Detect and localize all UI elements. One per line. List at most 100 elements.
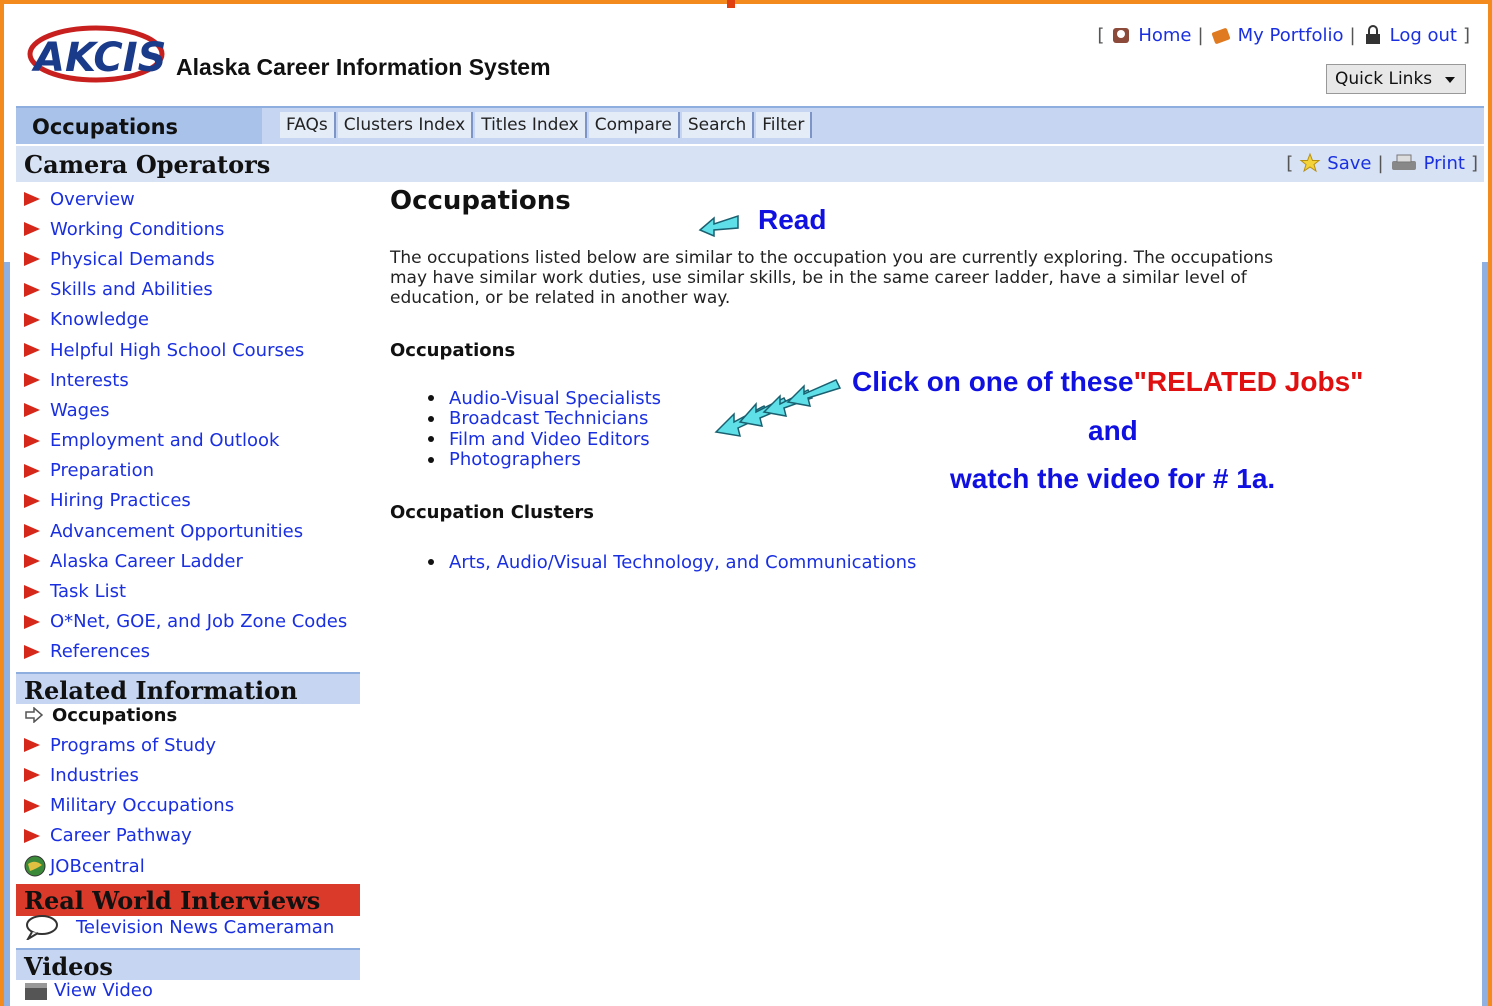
related-item-label[interactable]: Military Occupations <box>50 795 234 816</box>
click-annotation: Click on one of these"RELATED Jobs" <box>852 366 1363 398</box>
quick-links-select[interactable]: Quick Links <box>1326 64 1466 94</box>
sidebar-item[interactable]: Employment and Outlook <box>24 426 364 456</box>
sidebar-item-label[interactable]: Interests <box>50 370 129 391</box>
clapperboard-icon <box>25 982 47 1000</box>
sidebar-item-label[interactable]: Employment and Outlook <box>50 430 279 451</box>
sidebar-item-label[interactable]: O*Net, GOE, and Job Zone Codes <box>50 611 347 632</box>
tab-filter[interactable]: Filter <box>756 112 813 138</box>
chevron-down-icon <box>1445 77 1455 83</box>
nav-bar: Occupations FAQs Clusters Index Titles Ind… <box>16 106 1484 144</box>
rwi-item[interactable]: Television News Cameraman <box>24 914 334 940</box>
related-item-label[interactable]: Industries <box>50 765 139 786</box>
sidebar-item[interactable]: Overview <box>24 184 364 214</box>
clusters-header: Occupation Clusters <box>390 502 595 523</box>
sidebar-item-label[interactable]: Advancement Opportunities <box>50 521 303 542</box>
separator: | <box>1197 24 1204 46</box>
sidebar-item-label[interactable]: Knowledge <box>50 309 149 330</box>
video-item[interactable]: View Video <box>24 980 153 1001</box>
logout-link[interactable]: Log out <box>1390 25 1457 46</box>
sidebar-item[interactable]: Advancement Opportunities <box>24 516 364 546</box>
view-video-link[interactable]: View Video <box>54 980 153 1001</box>
sidebar-item[interactable]: Alaska Career Ladder <box>24 546 364 576</box>
related-item-label[interactable]: Career Pathway <box>50 825 192 846</box>
sidebar-item-label[interactable]: Helpful High School Courses <box>50 340 304 361</box>
logo-text: AKCIS <box>31 35 166 81</box>
related-item[interactable]: Industries <box>24 760 364 790</box>
sidebar-item[interactable]: Skills and Abilities <box>24 275 364 305</box>
sidebar-item-label[interactable]: Preparation <box>50 460 154 481</box>
sidebar-item-label[interactable]: Skills and Abilities <box>50 279 213 300</box>
related-occupation-link[interactable]: Audio-Visual Specialists <box>449 388 661 409</box>
top-links: [ Home | My Portfolio | Log out ] <box>1097 24 1470 46</box>
rwi-title: Real World Interviews <box>24 886 321 915</box>
sidebar-item[interactable]: Working Conditions <box>24 214 364 244</box>
related-occupation-link[interactable]: Photographers <box>449 449 581 470</box>
left-border-strip <box>4 262 10 1006</box>
related-item[interactable]: Career Pathway <box>24 821 364 851</box>
sidebar-item[interactable]: Hiring Practices <box>24 486 364 516</box>
related-occupation-link[interactable]: Broadcast Technicians <box>449 408 648 429</box>
sidebar-item-label[interactable]: Working Conditions <box>50 219 224 240</box>
sidebar-item[interactable]: Interests <box>24 365 364 395</box>
related-item[interactable]: Occupations <box>24 700 364 730</box>
sidebar-item-label[interactable]: Wages <box>50 400 110 421</box>
red-arrow-icon <box>24 524 40 539</box>
sidebar-item-label[interactable]: Alaska Career Ladder <box>50 551 243 572</box>
related-item[interactable]: Programs of Study <box>24 730 364 760</box>
sidebar-item-label[interactable]: Overview <box>50 189 135 210</box>
related-item[interactable]: Military Occupations <box>24 791 364 821</box>
cluster-link[interactable]: Arts, Audio/Visual Technology, and Commu… <box>449 552 916 573</box>
tab-compare[interactable]: Compare <box>588 112 680 138</box>
sidebar-item[interactable]: References <box>24 637 364 667</box>
sidebar-item[interactable]: O*Net, GOE, and Job Zone Codes <box>24 607 364 637</box>
sidebar-item[interactable]: Physical Demands <box>24 244 364 274</box>
related-item-label[interactable]: JOBcentral <box>50 856 145 877</box>
related-item[interactable]: JOBcentral <box>24 851 364 881</box>
top-marker <box>727 0 735 8</box>
and-annotation: and <box>1088 415 1138 446</box>
save-link[interactable]: Save <box>1327 153 1371 174</box>
page-title-bar: Camera Operators [ Save | Print ] <box>16 146 1484 182</box>
sidebar-item-label[interactable]: Physical Demands <box>50 249 215 270</box>
sidebar-item[interactable]: Task List <box>24 576 364 606</box>
tab-faqs[interactable]: FAQs <box>280 112 336 138</box>
rwi-link[interactable]: Television News Cameraman <box>76 917 334 938</box>
red-arrow-icon <box>24 768 40 783</box>
star-icon[interactable] <box>1299 152 1321 174</box>
akcis-logo[interactable]: AKCIS <box>26 16 166 86</box>
related-occupation-link[interactable]: Film and Video Editors <box>449 429 650 450</box>
sidebar-item[interactable]: Knowledge <box>24 305 364 335</box>
lock-icon[interactable] <box>1362 24 1384 46</box>
red-arrow-icon <box>24 798 40 813</box>
sidebar-item-label[interactable]: Hiring Practices <box>50 490 191 511</box>
right-border-strip <box>1482 262 1488 1006</box>
tab-titles-index[interactable]: Titles Index <box>475 112 587 138</box>
home-link[interactable]: Home <box>1138 25 1191 46</box>
speech-bubble-icon <box>26 915 58 940</box>
red-arrow-icon <box>24 192 40 207</box>
related-item-label: Occupations <box>52 704 178 726</box>
related-item-label[interactable]: Programs of Study <box>50 735 216 756</box>
print-link[interactable]: Print <box>1424 153 1465 174</box>
sidebar-menu: Overview Working Conditions Physical Deman… <box>24 184 364 667</box>
printer-icon[interactable] <box>1390 152 1418 174</box>
bracket: [ <box>1097 24 1105 46</box>
tab-search[interactable]: Search <box>681 112 755 138</box>
list-item: Arts, Audio/Visual Technology, and Commu… <box>428 552 916 573</box>
sidebar-item[interactable]: Preparation <box>24 456 364 486</box>
sidebar-item[interactable]: Wages <box>24 395 364 425</box>
sidebar-item[interactable]: Helpful High School Courses <box>24 335 364 365</box>
watch-annotation: watch the video for # 1a. <box>950 463 1276 494</box>
globe-icon <box>24 855 46 877</box>
related-jobs-text: "RELATED Jobs" <box>1133 366 1364 397</box>
home-icon[interactable] <box>1110 24 1132 46</box>
portfolio-link[interactable]: My Portfolio <box>1238 25 1344 46</box>
portfolio-icon[interactable] <box>1210 24 1232 46</box>
red-arrow-icon <box>24 252 40 267</box>
red-arrow-icon <box>24 433 40 448</box>
red-arrow-icon <box>24 584 40 599</box>
tab-clusters-index[interactable]: Clusters Index <box>337 112 474 138</box>
sidebar-item-label[interactable]: References <box>50 641 150 662</box>
list-item: Broadcast Technicians <box>428 408 661 429</box>
sidebar-item-label[interactable]: Task List <box>50 581 126 602</box>
